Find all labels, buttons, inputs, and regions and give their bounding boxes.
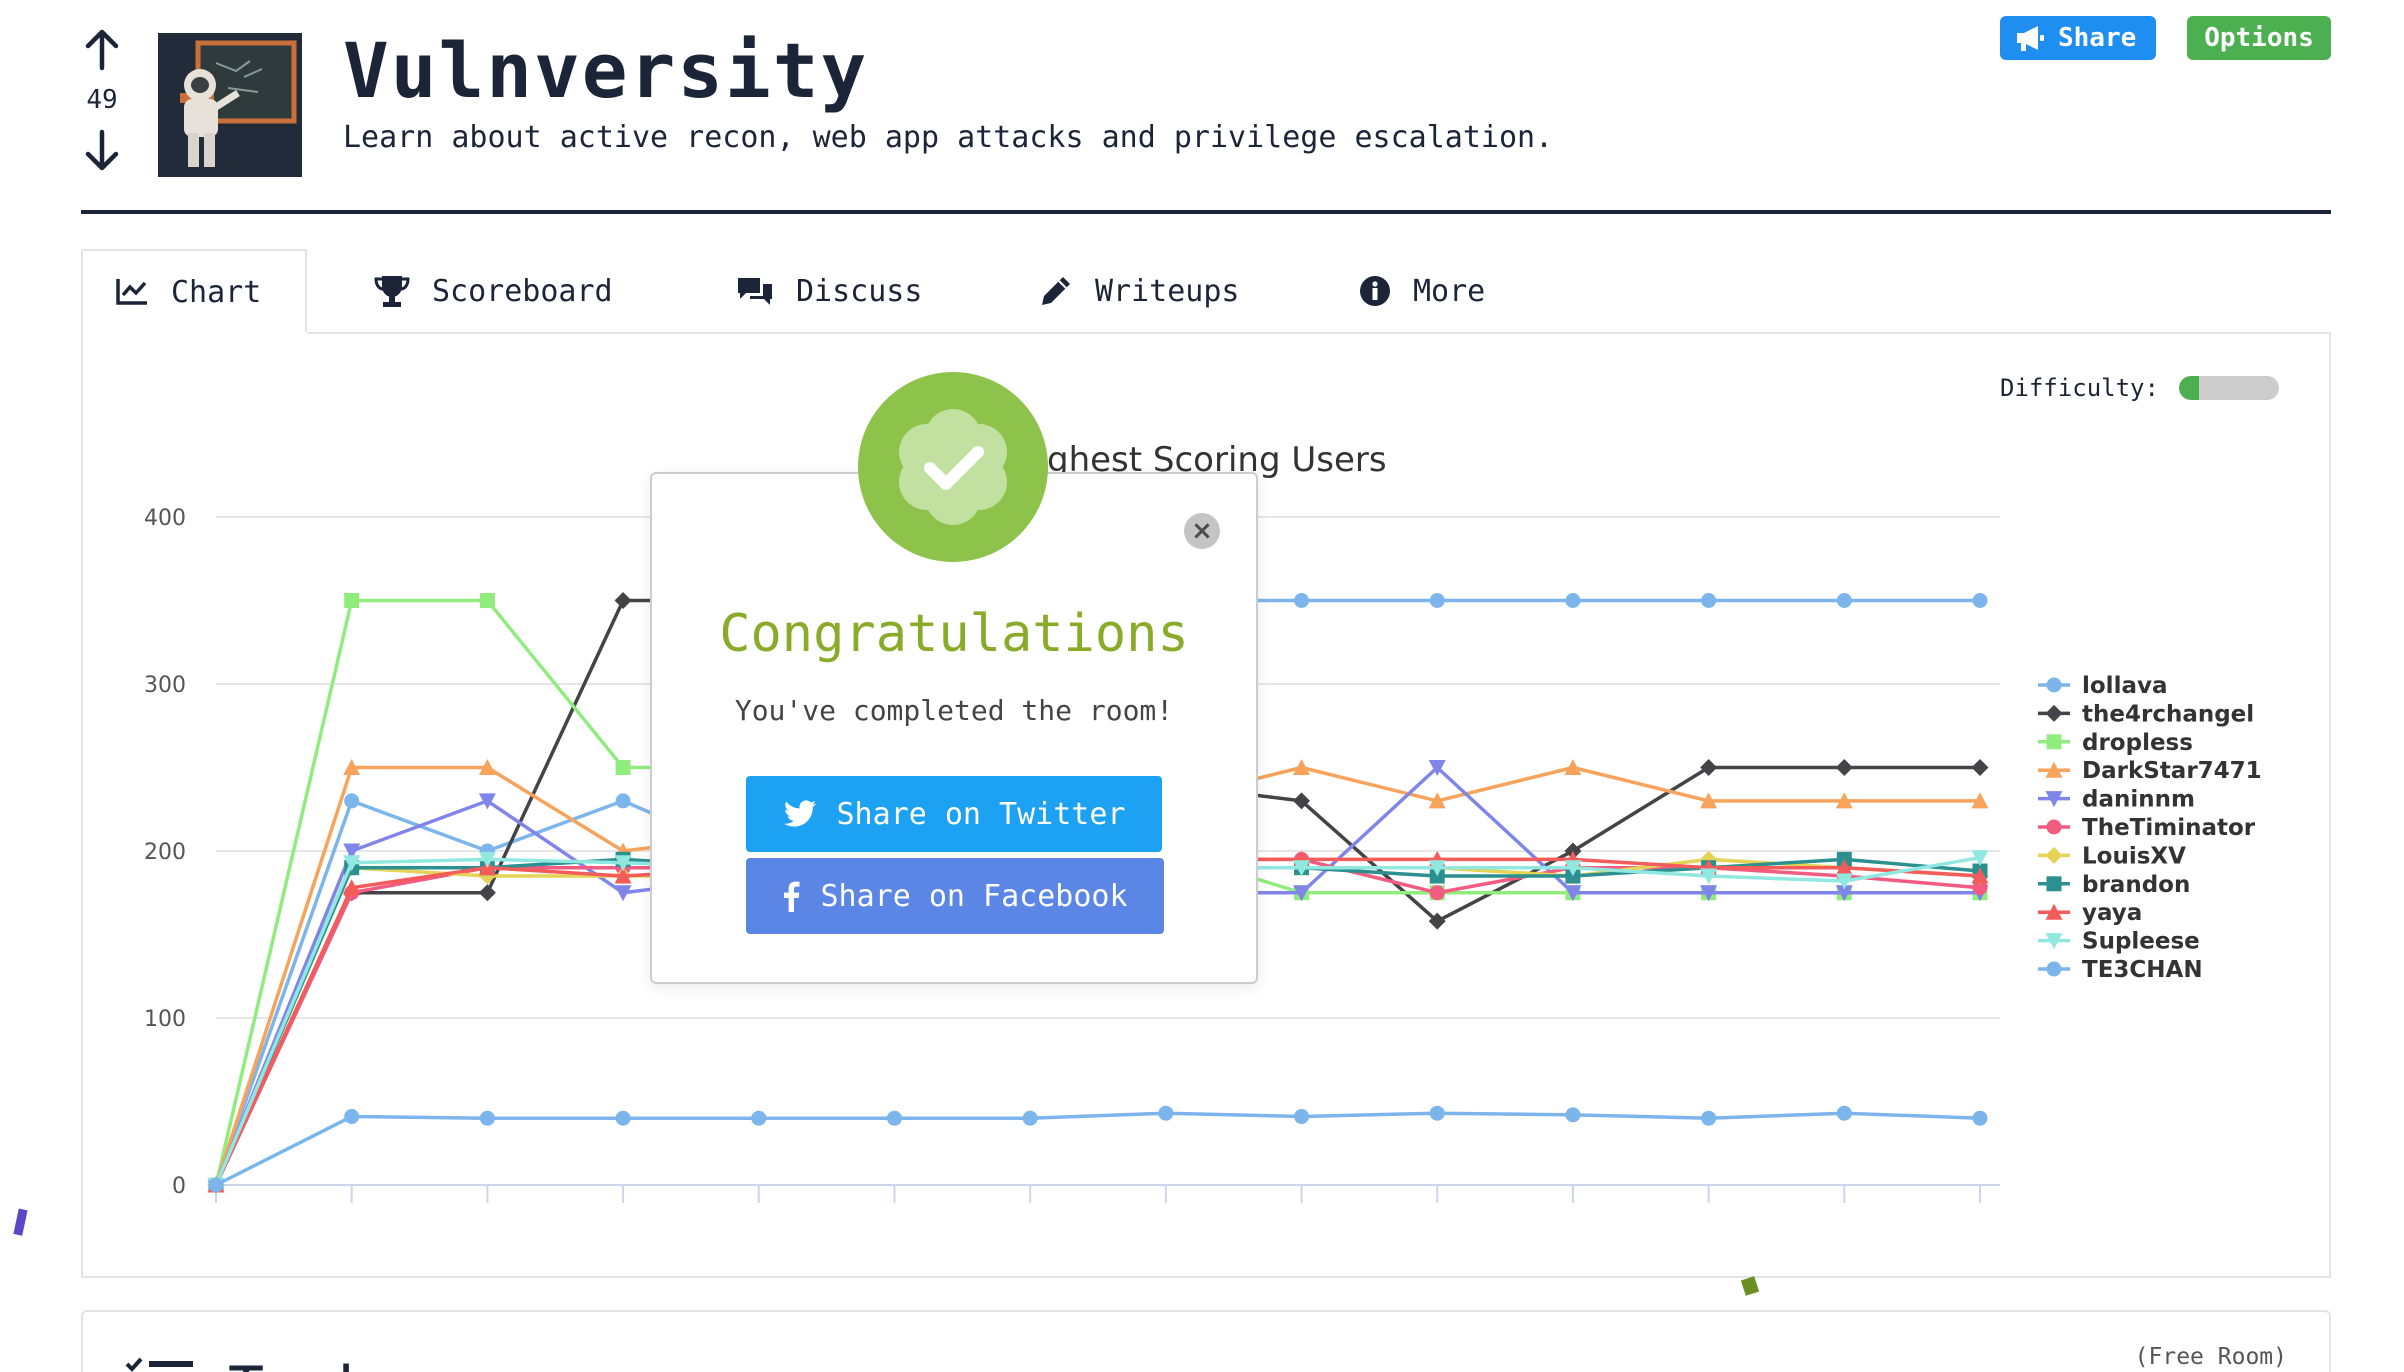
data-point — [479, 1110, 495, 1126]
check-badge-icon — [899, 409, 1007, 525]
tasks-title: Tasks — [228, 1354, 409, 1372]
twitter-icon — [783, 800, 816, 827]
legend-label: the4rchangel — [2082, 701, 2254, 727]
legend-item: lollava — [2038, 673, 2168, 699]
data-point — [1294, 1109, 1310, 1125]
data-point — [478, 884, 496, 902]
data-point — [2046, 961, 2062, 977]
legend-item: the4rchangel — [2038, 701, 2254, 727]
legend-item: yaya — [2038, 900, 2142, 926]
data-point — [1972, 1110, 1988, 1126]
legend-label: daninnm — [2082, 787, 2195, 813]
series-line — [215, 1111, 1981, 1187]
data-point — [1429, 593, 1445, 608]
legend-item: TheTiminator — [2038, 815, 2256, 841]
data-point — [1293, 759, 1311, 775]
data-point — [751, 1110, 767, 1126]
legend-label: TheTiminator — [2082, 815, 2256, 841]
data-point — [208, 1177, 224, 1193]
legend-item: LouisXV — [2038, 843, 2186, 869]
data-point — [1564, 759, 1582, 775]
data-point — [1835, 759, 1853, 776]
data-point — [344, 1109, 360, 1125]
data-point — [1429, 1105, 1445, 1121]
legend-item: dropless — [2038, 730, 2193, 756]
y-tick-label: 200 — [144, 840, 186, 865]
legend-label: yaya — [2082, 900, 2142, 926]
data-point — [1294, 593, 1310, 608]
data-point — [479, 593, 495, 608]
legend-label: dropless — [2082, 730, 2193, 756]
y-tick-label: 0 — [172, 1174, 186, 1199]
data-point — [344, 793, 360, 809]
share-facebook-button[interactable]: Share on Facebook — [746, 858, 1164, 934]
data-point — [1565, 1107, 1581, 1123]
legend-label: brandon — [2082, 872, 2190, 898]
series-te3chan — [208, 1105, 1988, 1193]
legend-item: TE3CHAN — [2038, 957, 2203, 983]
data-point — [1429, 885, 1445, 901]
legend-label: Supleese — [2082, 929, 2200, 955]
data-point — [1158, 1105, 1174, 1121]
legend-label: lollava — [2082, 673, 2168, 699]
share-twitter-button[interactable]: Share on Twitter — [746, 776, 1162, 852]
data-point — [2045, 846, 2063, 864]
data-point — [1836, 1105, 1852, 1121]
data-point — [1565, 593, 1581, 608]
modal-close-button[interactable]: × — [1184, 513, 1220, 549]
free-room-label: (Free Room) — [2134, 1344, 2287, 1370]
modal-subtitle: You've completed the room! — [734, 694, 1174, 727]
data-point — [2046, 677, 2062, 693]
share-twitter-label: Share on Twitter — [836, 796, 1126, 832]
data-point — [2046, 734, 2062, 750]
legend-label: TE3CHAN — [2082, 957, 2203, 983]
legend-item: daninnm — [2038, 787, 2195, 813]
data-point — [1700, 759, 1718, 776]
legend-label: DarkStar7471 — [2082, 758, 2262, 784]
data-point — [2046, 819, 2062, 835]
data-point — [615, 793, 631, 809]
data-point — [1701, 1110, 1717, 1126]
data-point — [1022, 1110, 1038, 1126]
legend-item: DarkStar7471 — [2038, 758, 2262, 784]
tasks-list-icon — [125, 1357, 193, 1372]
tasks-panel: Tasks (Free Room) — [81, 1310, 2331, 1372]
facebook-icon — [784, 881, 800, 912]
legend-item: brandon — [2038, 872, 2190, 898]
confetti-piece — [1740, 1276, 1760, 1296]
data-point — [1701, 593, 1717, 608]
y-tick-label: 100 — [144, 1007, 186, 1032]
data-point — [1971, 759, 1989, 776]
data-point — [614, 592, 632, 609]
data-point — [886, 1110, 902, 1126]
modal-title: Congratulations — [719, 604, 1189, 664]
confetti-piece — [13, 1208, 28, 1236]
legend-item: Supleese — [2038, 929, 2200, 955]
data-point — [615, 1110, 631, 1126]
y-tick-label: 300 — [144, 673, 186, 698]
data-point — [2046, 876, 2062, 892]
completion-badge — [858, 372, 1048, 562]
y-tick-label: 400 — [144, 506, 186, 531]
data-point — [344, 593, 360, 608]
data-point — [615, 760, 631, 775]
data-point — [2045, 704, 2063, 722]
data-point — [1972, 593, 1988, 608]
share-facebook-label: Share on Facebook — [820, 878, 1128, 914]
data-point — [1836, 593, 1852, 608]
legend-label: LouisXV — [2082, 843, 2186, 869]
